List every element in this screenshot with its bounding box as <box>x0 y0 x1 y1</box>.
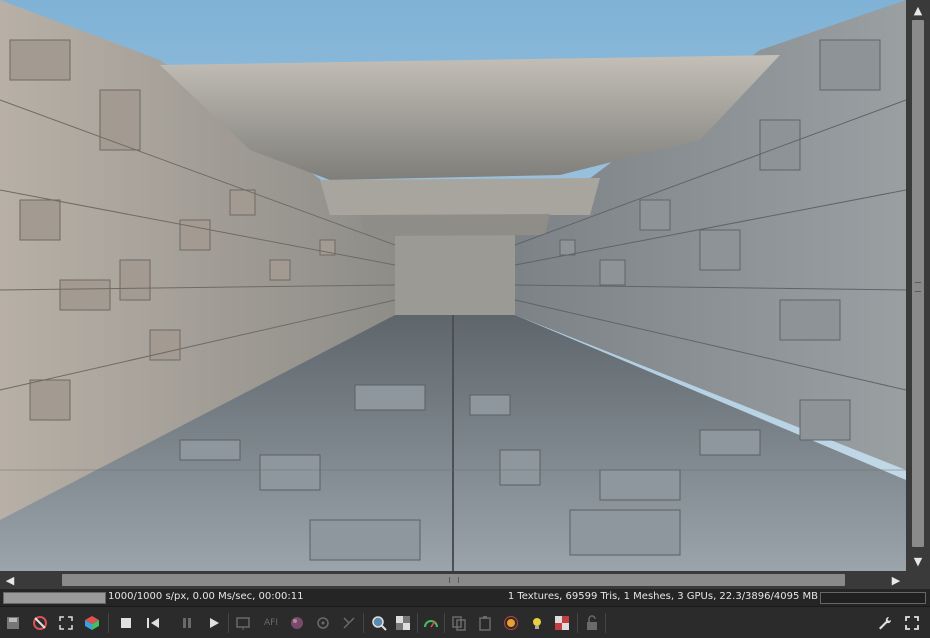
gpu-memory-bar <box>820 592 926 604</box>
alpha-channel-icon[interactable] <box>394 614 412 632</box>
restart-icon[interactable] <box>144 614 162 632</box>
save-render-icon[interactable] <box>4 614 22 632</box>
samples-status-text: 1000/1000 s/px, 0.00 Ms/sec, 00:00:11 <box>108 591 304 602</box>
render-viewport[interactable] <box>0 0 906 571</box>
camera-target-icon[interactable] <box>314 614 332 632</box>
autofocus-icon[interactable]: AFI <box>262 614 280 632</box>
pause-icon[interactable] <box>178 614 196 632</box>
color-cube-icon[interactable] <box>83 614 101 632</box>
material-picker-icon[interactable] <box>288 614 306 632</box>
lights-icon[interactable] <box>528 614 546 632</box>
priority-icon[interactable] <box>422 614 440 632</box>
scroll-left-arrow-icon[interactable]: ◀ <box>2 571 18 589</box>
clear-icon[interactable] <box>31 614 49 632</box>
rendered-scene-image <box>0 0 906 571</box>
horizontal-scrollbar[interactable]: ◀ ▶ <box>0 571 906 589</box>
checker-icon[interactable] <box>553 614 571 632</box>
render-progress-fill <box>4 593 105 603</box>
status-bar: 1000/1000 s/px, 0.00 Ms/sec, 00:00:11 1 … <box>0 589 930 606</box>
scene-stats-text: 1 Textures, 69599 Tris, 1 Meshes, 3 GPUs… <box>507 591 818 602</box>
scroll-up-arrow-icon[interactable]: ▲ <box>906 1 930 19</box>
settings-wrench-icon[interactable] <box>876 614 894 632</box>
vertical-scroll-grip <box>915 282 921 292</box>
vertical-scrollbar[interactable]: ▲ ▼ <box>906 0 930 571</box>
scrollbar-corner <box>906 571 930 589</box>
white-balance-icon[interactable] <box>340 614 358 632</box>
zoom-icon[interactable] <box>370 614 388 632</box>
copy-icon[interactable] <box>450 614 468 632</box>
scroll-down-arrow-icon[interactable]: ▼ <box>906 552 930 570</box>
fit-view-icon[interactable] <box>57 614 75 632</box>
render-toolbar: AFI <box>0 606 930 638</box>
lock-icon[interactable] <box>583 614 601 632</box>
start-icon[interactable] <box>205 614 223 632</box>
camera-view-icon[interactable] <box>234 614 252 632</box>
render-progress-bar <box>3 592 106 604</box>
stop-icon[interactable] <box>117 614 135 632</box>
sun-direction-icon[interactable] <box>502 614 520 632</box>
horizontal-scroll-grip <box>449 577 459 583</box>
paste-icon[interactable] <box>476 614 494 632</box>
fullscreen-icon[interactable] <box>903 614 921 632</box>
scroll-right-arrow-icon[interactable]: ▶ <box>888 571 904 589</box>
